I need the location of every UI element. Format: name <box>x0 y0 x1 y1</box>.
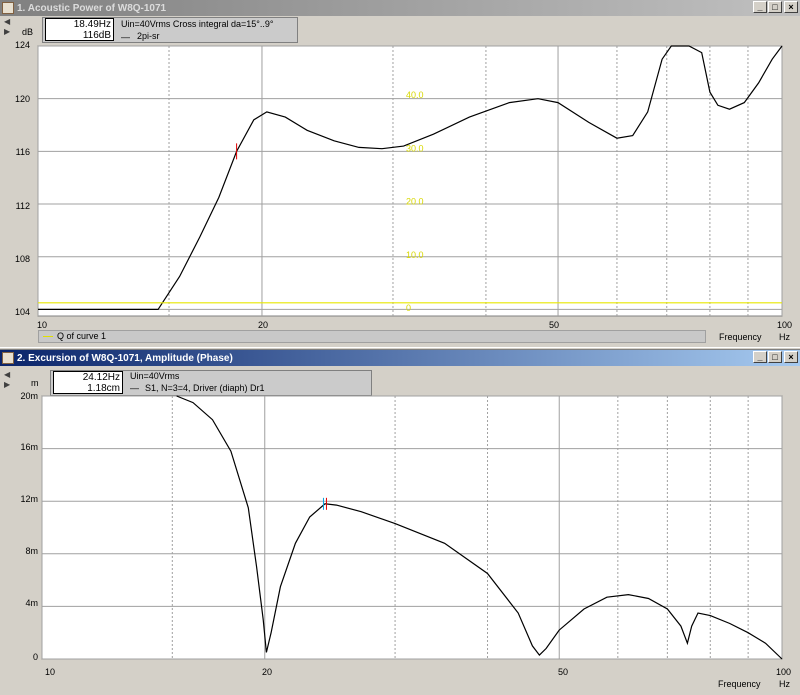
x-tick-label: 10 <box>45 667 56 677</box>
excursion-window: 2. Excursion of W8Q-1071, Amplitude (Pha… <box>0 350 800 695</box>
y-tick-label: 12m <box>20 494 38 504</box>
x-tick-label: 20 <box>262 667 273 677</box>
y-tick-label: 116 <box>15 147 30 157</box>
y-tick-label: 112 <box>15 201 30 211</box>
y-tick-label: 120 <box>14 94 30 104</box>
y-tick-label: 108 <box>14 254 30 264</box>
secondary-axis-tick: 40.0 <box>406 90 424 100</box>
secondary-legend-swatch <box>43 336 53 338</box>
x-axis-unit: Hz <box>779 679 790 689</box>
x-tick-label: 100 <box>776 667 792 677</box>
excursion-plot[interactable] <box>0 350 800 695</box>
secondary-legend-bar: Q of curve 1 <box>38 330 706 343</box>
x-tick-label: 100 <box>777 320 793 330</box>
x-axis-unit: Hz <box>779 332 790 342</box>
plot-area <box>37 45 783 317</box>
y-tick-label: 104 <box>14 307 30 317</box>
x-tick-label: 10 <box>37 320 48 330</box>
secondary-axis-tick: 0 <box>406 303 411 313</box>
x-axis-label: Frequency <box>719 332 762 342</box>
x-tick-label: 50 <box>549 320 560 330</box>
y-tick-label: 8m <box>25 546 38 556</box>
secondary-axis-tick: 30.0 <box>406 143 424 153</box>
acoustic-power-plot[interactable]: 40.0 30.0 20.0 10.0 0 <box>0 0 800 330</box>
x-tick-label: 50 <box>558 667 569 677</box>
secondary-axis-tick: 20.0 <box>406 197 424 207</box>
x-axis-label: Frequency <box>718 679 761 689</box>
x-tick-label: 20 <box>258 320 269 330</box>
plot-area <box>41 395 783 660</box>
y-tick-label: 0 <box>32 652 38 662</box>
secondary-axis-tick: 10.0 <box>406 250 424 260</box>
acoustic-power-window: 1. Acoustic Power of W8Q-1071 _ □ × ◀ ▶ … <box>0 0 800 347</box>
y-tick-label: 16m <box>20 442 38 452</box>
y-tick-label: 20m <box>20 391 38 401</box>
y-tick-label: 4m <box>25 598 38 608</box>
y-tick-label: 124 <box>14 40 30 50</box>
secondary-legend-label: Q of curve 1 <box>57 331 107 341</box>
